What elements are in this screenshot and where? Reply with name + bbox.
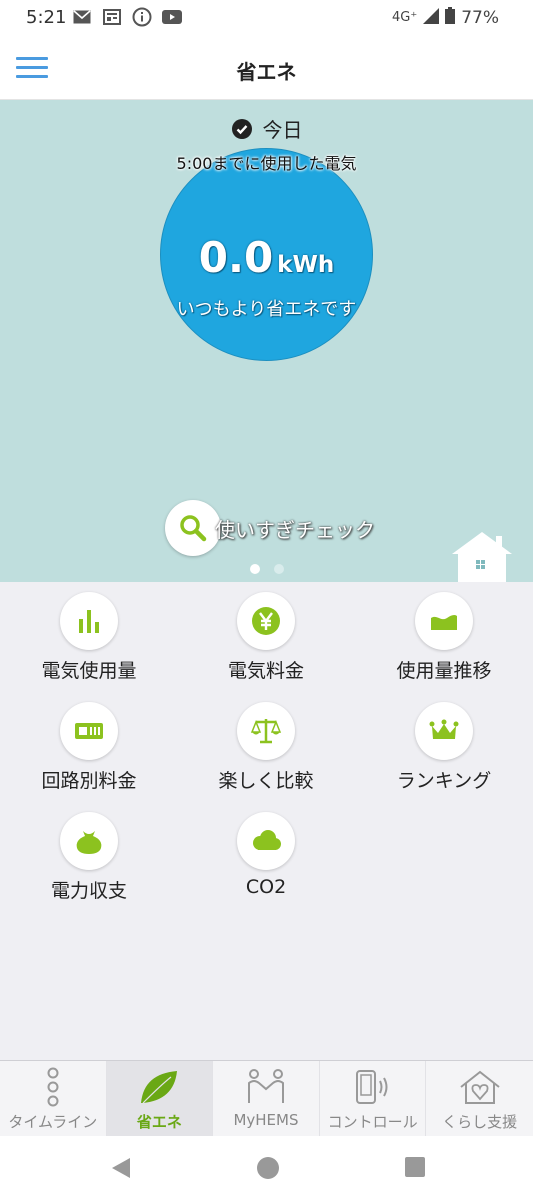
menu-item-electric-bill[interactable]: 電気料金 [177, 582, 355, 682]
back-icon[interactable] [110, 1156, 132, 1180]
info-icon [132, 7, 152, 27]
bottom-navigation: タイムライン 省エネ MyHEMS コントロール くらし支援 [0, 1060, 533, 1137]
status-bar: 5:21 4G⁺ 77% [0, 0, 533, 36]
usage-value: 0.0 kWh [161, 233, 372, 282]
system-icons: 4G⁺ 77% [392, 7, 499, 28]
nav-tab-label: コントロール [327, 1113, 418, 1131]
usage-hero-panel[interactable]: 今日 0.0 kWh いつもより省エネです 5:00までに使用した電気 使いすぎチ… [0, 100, 533, 582]
yen-icon [237, 592, 295, 650]
menu-item-label: 電気使用量 [41, 660, 137, 682]
menu-item-usage-trend[interactable]: 使用量推移 [355, 582, 533, 682]
menu-item-label: 電気料金 [227, 660, 304, 682]
menu-item-label: CO2 [245, 876, 287, 898]
timeline-icon [0, 1067, 106, 1107]
mail-icon [72, 8, 92, 26]
page-dot[interactable] [273, 564, 284, 574]
menu-item-co2[interactable]: CO2 [177, 802, 355, 902]
people-icon [213, 1067, 319, 1107]
recents-icon[interactable] [404, 1156, 426, 1178]
feature-menu-grid: 電気使用量 電気料金 使用量推移 回路別料金 楽しく比較 ランキング 電力収支 … [0, 582, 533, 1060]
notification-icons [72, 7, 182, 27]
news-icon [102, 8, 122, 26]
nav-tab-control[interactable]: コントロール [320, 1061, 427, 1137]
usage-caption: 5:00までに使用した電気 [176, 154, 357, 173]
app-header: 省エネ [0, 36, 533, 100]
nav-tab-life-support[interactable]: くらし支援 [426, 1061, 533, 1137]
menu-item-electric-usage[interactable]: 電気使用量 [0, 582, 178, 682]
cloud-icon [237, 812, 295, 870]
remote-icon [320, 1067, 426, 1107]
nav-tab-energy-saving[interactable]: 省エネ [106, 1061, 214, 1137]
menu-item-label: 使用量推移 [396, 660, 492, 682]
menu-item-ranking[interactable]: ランキング [355, 692, 533, 792]
check-button-circle [165, 500, 221, 556]
menu-item-label: 楽しく比較 [218, 770, 314, 792]
nav-tab-label: くらし支援 [442, 1113, 518, 1131]
system-navigation-bar [0, 1136, 533, 1200]
nav-tab-timeline[interactable]: タイムライン [0, 1061, 107, 1137]
home-icon[interactable] [256, 1156, 280, 1180]
period-row: 今日 [0, 114, 533, 143]
nav-tab-myhems[interactable]: MyHEMS [213, 1061, 320, 1137]
leaf-icon [107, 1067, 213, 1107]
house-icon [452, 532, 512, 582]
signal-icon [423, 7, 440, 28]
menu-item-circuit-bill[interactable]: 回路別料金 [0, 692, 178, 792]
money-bag-icon [60, 812, 118, 870]
nav-tab-label: 省エネ [136, 1113, 182, 1131]
clock-icon [231, 118, 252, 139]
bar-chart-icon [60, 592, 118, 650]
page-title: 省エネ [236, 60, 297, 84]
home-heart-icon [426, 1067, 533, 1107]
crown-icon [415, 702, 473, 760]
period-label: 今日 [262, 118, 303, 142]
network-type: 4G⁺ [391, 10, 418, 25]
menu-item-label: ランキング [396, 770, 492, 792]
overuse-check-button[interactable]: 使いすぎチェック [165, 500, 375, 556]
scale-icon [237, 702, 295, 760]
battery-icon [445, 7, 456, 28]
usage-unit: kWh [277, 252, 335, 278]
breaker-icon [60, 702, 118, 760]
usage-circle: 0.0 kWh いつもより省エネです [160, 148, 373, 361]
trend-icon [415, 592, 473, 650]
menu-item-comparison[interactable]: 楽しく比較 [177, 692, 355, 792]
battery-percent: 77% [461, 7, 499, 28]
check-button-label: 使いすぎチェック [215, 517, 375, 542]
usage-status-message: いつもより省エネです [176, 299, 357, 320]
menu-item-power-balance[interactable]: 電力収支 [0, 802, 178, 902]
menu-item-label: 回路別料金 [41, 770, 137, 792]
nav-tab-label: MyHEMS [233, 1111, 299, 1129]
usage-number: 0.0 [198, 233, 274, 282]
menu-item-label: 電力収支 [50, 880, 127, 902]
page-dot-active[interactable] [249, 564, 260, 574]
youtube-icon [162, 8, 182, 26]
search-icon [180, 515, 207, 542]
status-time: 5:21 [26, 7, 67, 28]
page-indicator [0, 564, 533, 574]
nav-tab-label: タイムライン [8, 1113, 98, 1131]
